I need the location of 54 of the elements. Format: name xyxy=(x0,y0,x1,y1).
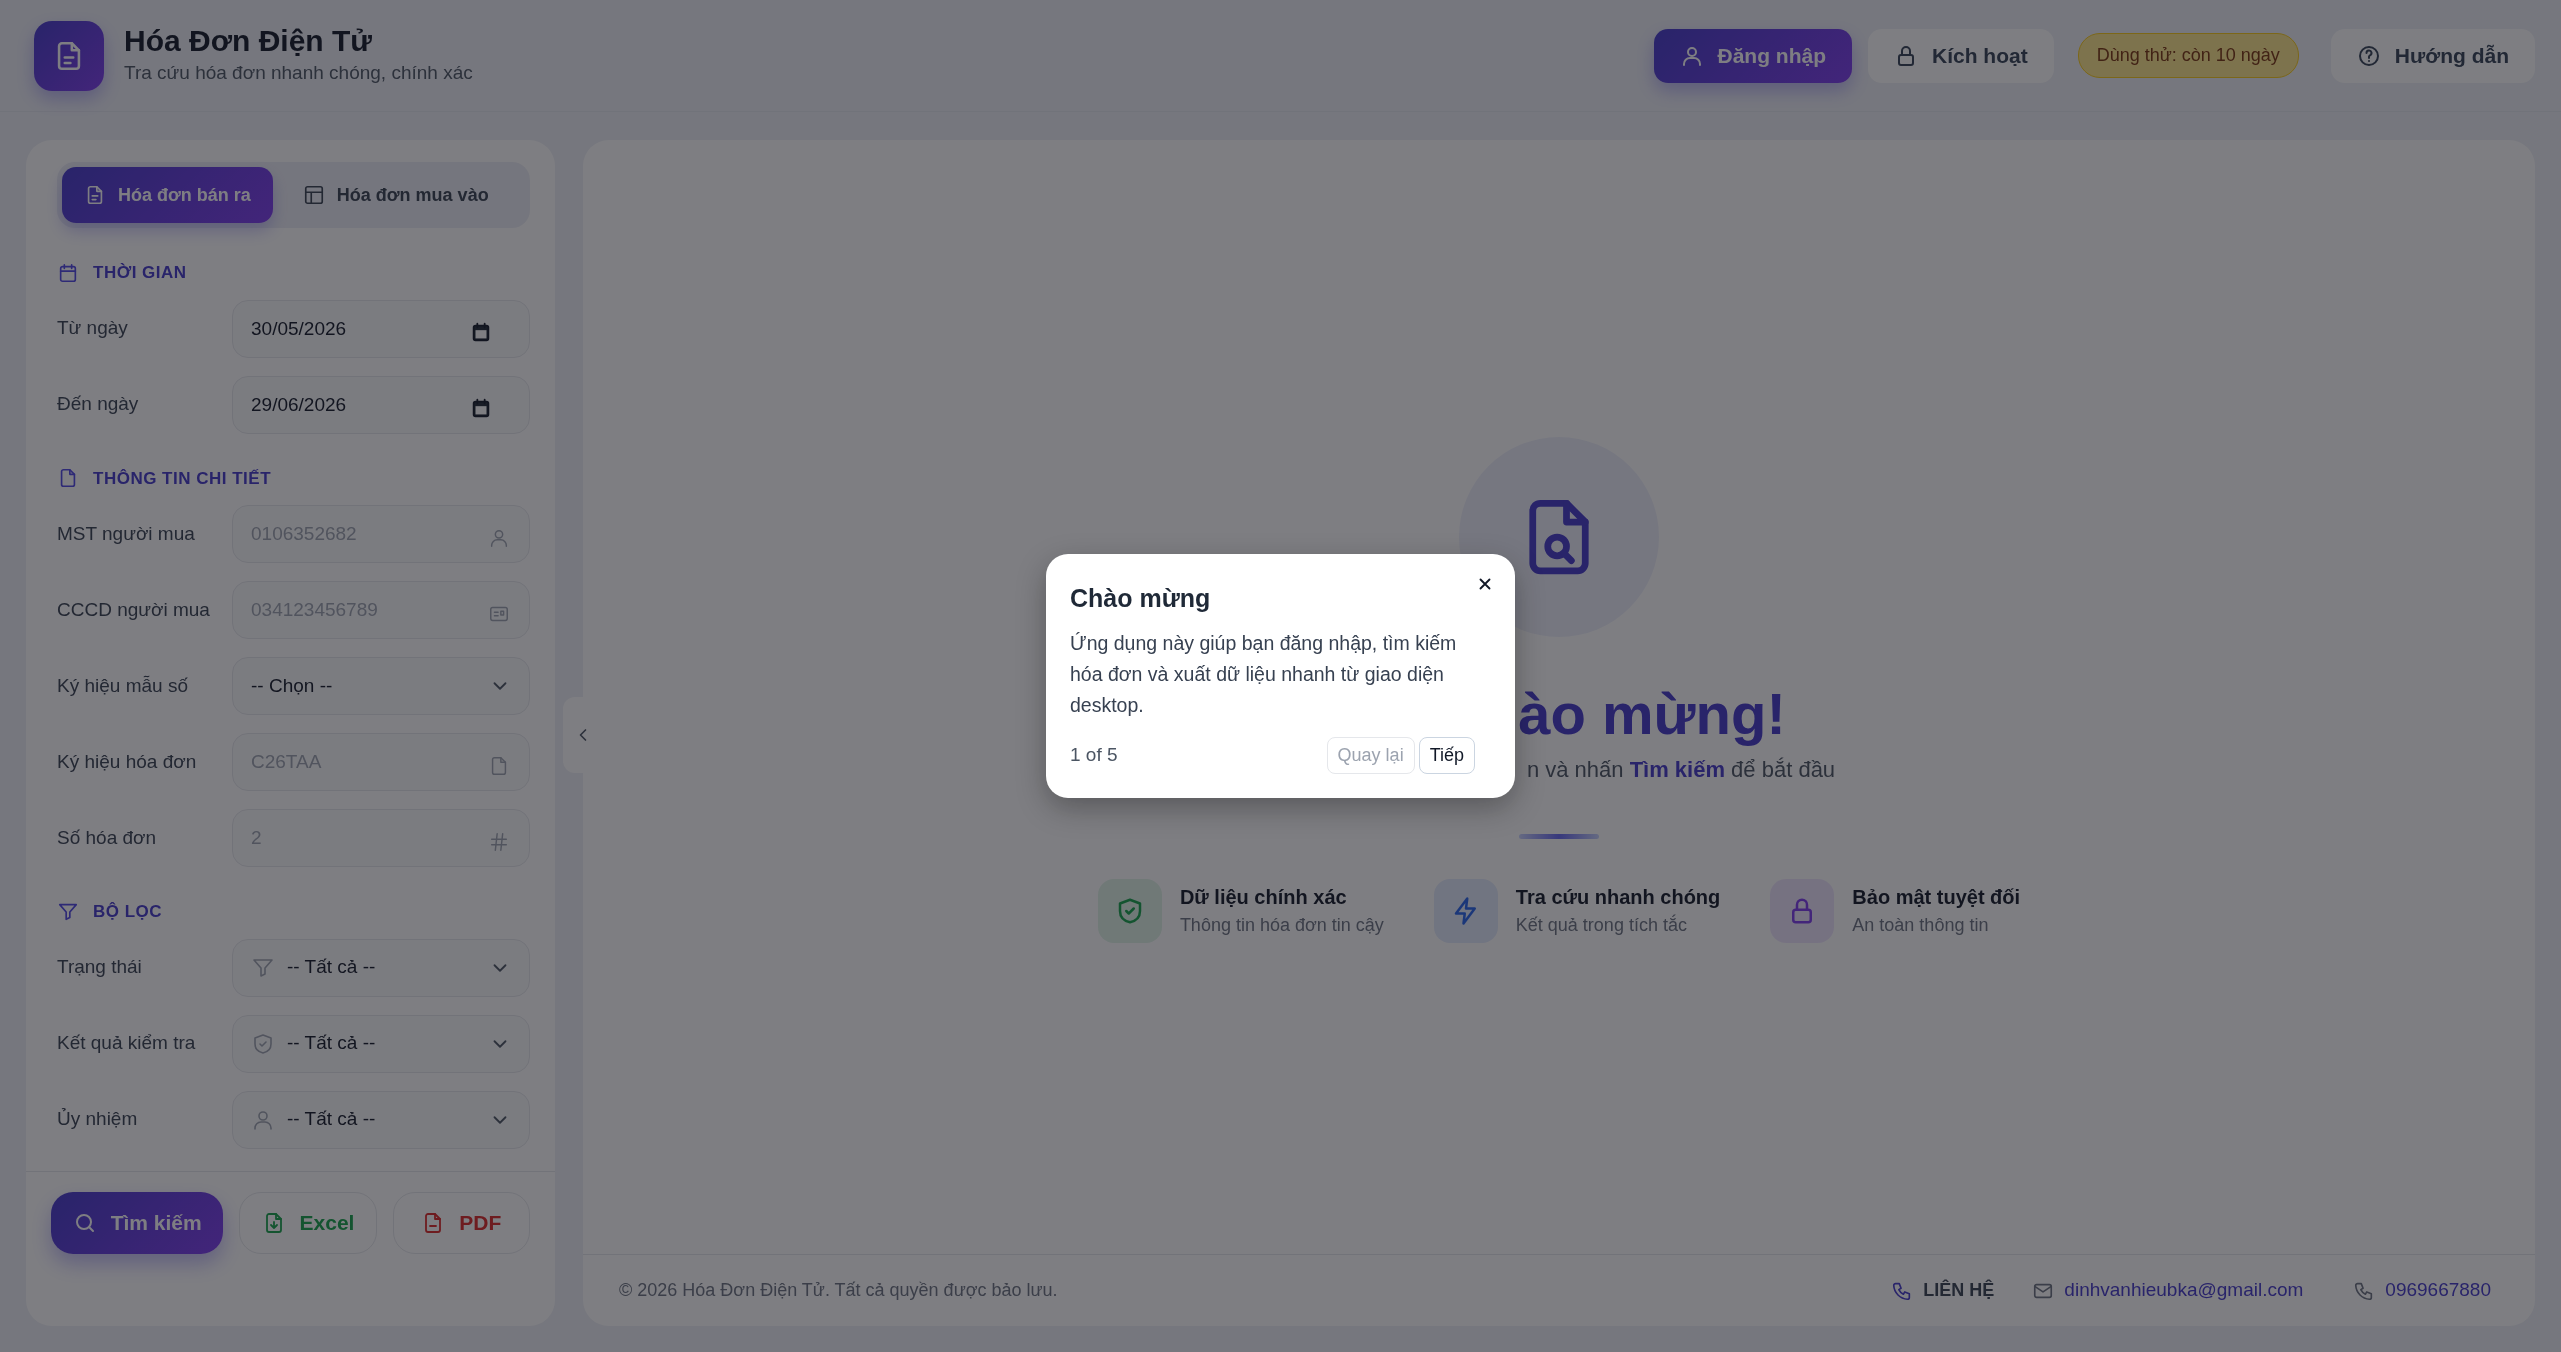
select-field[interactable]: -- Chọn -- xyxy=(232,657,530,715)
field-label: Ký hiệu mẫu số xyxy=(57,673,189,698)
feature-subtitle: Thông tin hóa đơn tin cậy xyxy=(1179,914,1384,938)
feature-title: Bảo mật tuyệt đối xyxy=(1852,885,2021,911)
calendar-icon xyxy=(470,321,492,344)
shield-check-icon xyxy=(251,1031,275,1056)
calendar-icon xyxy=(57,261,79,284)
feature-title: Tra cứu nhanh chóng xyxy=(1515,885,1721,911)
select-field[interactable]: -- Tất cả -- xyxy=(232,1090,530,1149)
field-label: CCCD người mua xyxy=(57,597,211,622)
popover-text: Ứng dụng này giúp bạn đăng nhập, tìm kiếm hóa đơn và xuất dữ liệu nhanh từ giao diện desktop. xyxy=(1070,630,1458,718)
welcome-heading: ào mừng! xyxy=(1518,680,1786,748)
field-label: Ký hiệu hóa đơn xyxy=(57,749,198,774)
table-icon xyxy=(302,184,325,206)
date-field[interactable]: 29/06/2026 xyxy=(232,375,530,434)
select-field[interactable]: -- Tất cả -- xyxy=(232,1014,530,1073)
app-title: Hóa Đơn Điện Tử xyxy=(124,24,374,59)
welcome-subtitle: n và nhấn Tìm kiếm để bắt đầu xyxy=(1526,755,1836,784)
login-button[interactable]: Đăng nhập xyxy=(1653,28,1852,83)
field-label: Trạng thái xyxy=(57,955,143,980)
user-icon xyxy=(488,527,510,549)
search-button[interactable]: Tìm kiếm xyxy=(51,1192,224,1254)
popover-title: Chào mừng xyxy=(1070,583,1212,614)
calendar-icon xyxy=(470,397,492,420)
trial-badge: Dùng thử: còn 10 ngày xyxy=(2077,33,2299,78)
excel-button[interactable]: Excel xyxy=(239,1192,377,1254)
phone-link[interactable]: 0969667880 xyxy=(2353,1276,2491,1305)
next-button[interactable]: Tiếp xyxy=(1418,737,1475,775)
pdf-button[interactable]: PDF xyxy=(392,1192,530,1254)
guide-button[interactable]: Hướng dẫn xyxy=(2330,28,2535,83)
section-title: THỜI GIAN xyxy=(93,262,187,284)
invoice-tab[interactable]: Hóa đơn mua vào xyxy=(280,167,511,223)
activate-button[interactable]: Kích hoạt xyxy=(1868,28,2054,83)
email-link[interactable]: dinhvanhieubka@gmail.com xyxy=(2032,1276,2304,1305)
field-label: Đến ngày xyxy=(57,392,140,417)
date-field[interactable]: 30/05/2026 xyxy=(232,299,530,358)
invoice-tab[interactable]: Hóa đơn bán ra xyxy=(62,167,273,223)
feature-subtitle: Kết quả trong tích tắc xyxy=(1515,913,1688,938)
contact-label: LIÊN HỆ xyxy=(1923,1278,1995,1302)
help-icon xyxy=(2356,43,2381,68)
section-title: BỘ LỌC xyxy=(93,901,163,923)
field-label: MST người mua xyxy=(57,521,196,546)
field-label: Từ ngày xyxy=(57,316,129,341)
field-label: Ủy nhiệm xyxy=(57,1107,139,1132)
select-field[interactable]: -- Tất cả -- xyxy=(232,938,530,997)
step-counter: 1 of 5 xyxy=(1070,743,1118,768)
feature-title: Dữ liệu chính xác xyxy=(1179,885,1348,911)
field-label: Số hóa đơn xyxy=(57,825,158,850)
feature-subtitle: An toàn thông tin xyxy=(1852,914,1990,938)
hash-icon xyxy=(488,831,510,853)
section-title: THÔNG TIN CHI TIẾT xyxy=(93,467,272,490)
field-label: Kết quả kiểm tra xyxy=(57,1031,197,1056)
app-subtitle: Tra cứu hóa đơn nhanh chóng, chính xác xyxy=(124,60,473,85)
copyright-text: © 2026 Hóa Đơn Điện Tử. Tất cả quyền được bảo lưu. xyxy=(619,1279,1058,1302)
